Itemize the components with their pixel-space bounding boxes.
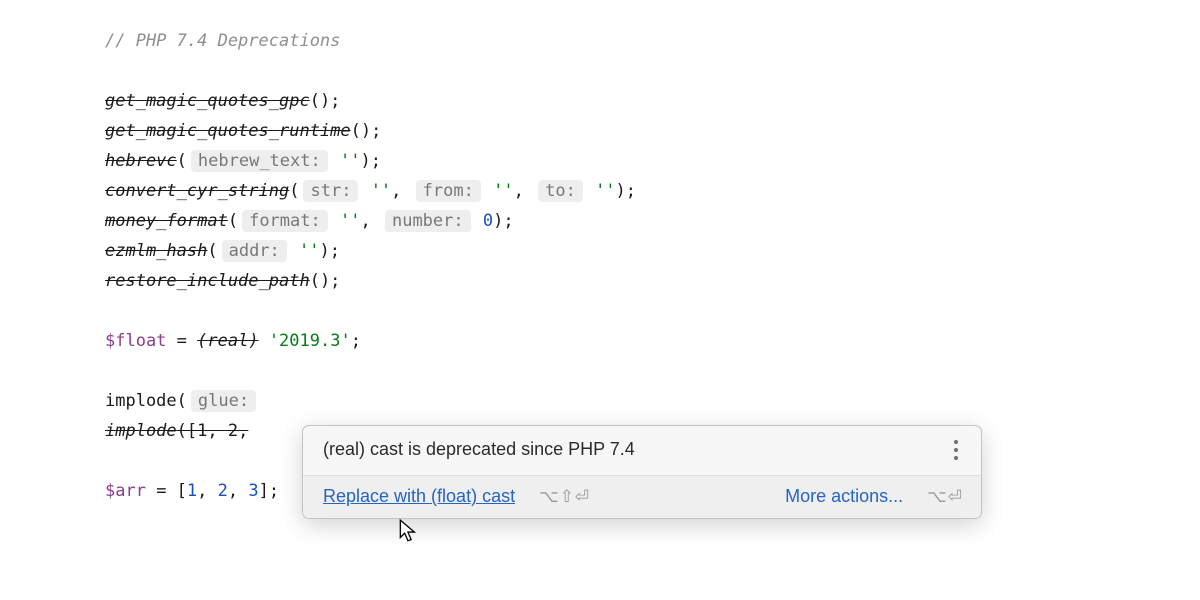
code-line-3: hebrevc(hebrew_text: ''); (105, 146, 1200, 176)
param-hint: glue: (191, 390, 256, 412)
code-line-1: get_magic_quotes_gpc(); (105, 86, 1200, 116)
quickfix-action[interactable]: Replace with (float) cast (323, 484, 515, 509)
code-line-4: convert_cyr_string(str: '', from: '', to… (105, 176, 1200, 206)
param-hint: format: (242, 210, 328, 232)
code-comment: // PHP 7.4 Deprecations (105, 26, 1200, 56)
code-line-6: ezmlm_hash(addr: ''); (105, 236, 1200, 266)
shortcut-hint: ⌥⇧⏎ (539, 485, 590, 509)
param-hint: str: (303, 180, 358, 202)
code-line-7: restore_include_path(); (105, 266, 1200, 296)
inspection-popup: (real) cast is deprecated since PHP 7.4 … (302, 425, 982, 519)
blank-line (105, 356, 1200, 386)
param-hint: number: (385, 210, 471, 232)
mouse-cursor-icon (398, 518, 420, 554)
param-hint: to: (538, 180, 583, 202)
code-line-9: implode(glue: (105, 386, 1200, 416)
blank-line (105, 56, 1200, 86)
more-actions-link[interactable]: More actions... (785, 484, 903, 509)
param-hint: addr: (222, 240, 287, 262)
kebab-menu-icon[interactable] (949, 437, 963, 463)
code-line-5: money_format(format: '', number: 0); (105, 206, 1200, 236)
code-line-2: get_magic_quotes_runtime(); (105, 116, 1200, 146)
shortcut-hint: ⌥⏎ (927, 485, 963, 509)
inspection-message: (real) cast is deprecated since PHP 7.4 (323, 437, 635, 462)
blank-line (105, 296, 1200, 326)
param-hint: hebrew_text: (191, 150, 328, 172)
param-hint: from: (416, 180, 481, 202)
code-line-8: $float = (real) '2019.3'; (105, 326, 1200, 356)
